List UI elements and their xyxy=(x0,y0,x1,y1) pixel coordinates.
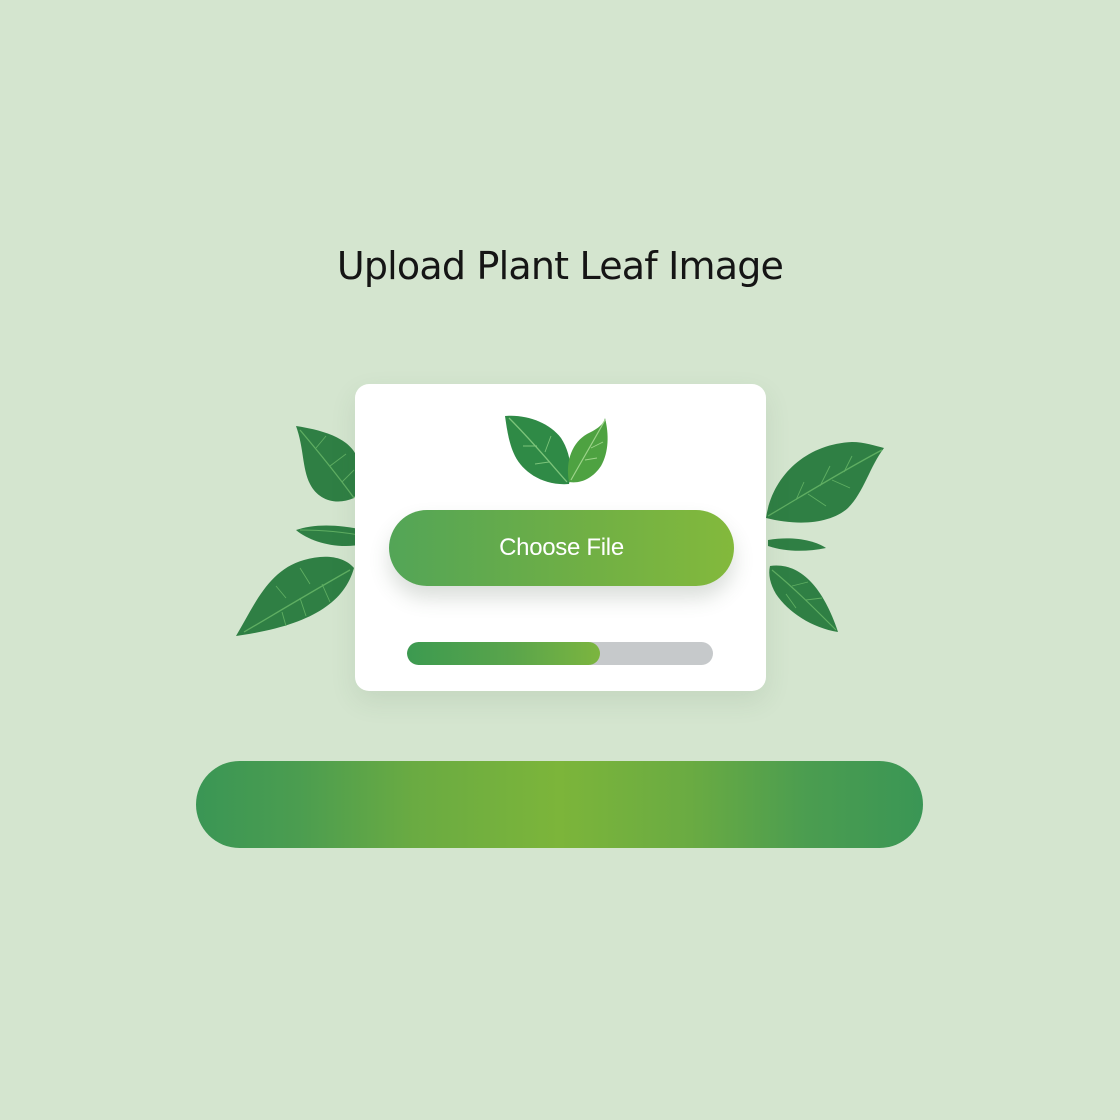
choose-file-button[interactable]: Choose File xyxy=(389,510,734,586)
leaf-icon xyxy=(752,436,892,642)
upload-progress-fill xyxy=(407,642,600,665)
leaves-icon xyxy=(505,412,611,486)
upload-card: Choose File xyxy=(355,384,766,691)
leaf-icon xyxy=(226,418,366,648)
bottom-progress-fill xyxy=(196,761,923,848)
bottom-progress-bar xyxy=(196,761,923,848)
upload-progress-bar xyxy=(407,642,713,665)
page-title: Upload Plant Leaf Image xyxy=(336,244,784,288)
